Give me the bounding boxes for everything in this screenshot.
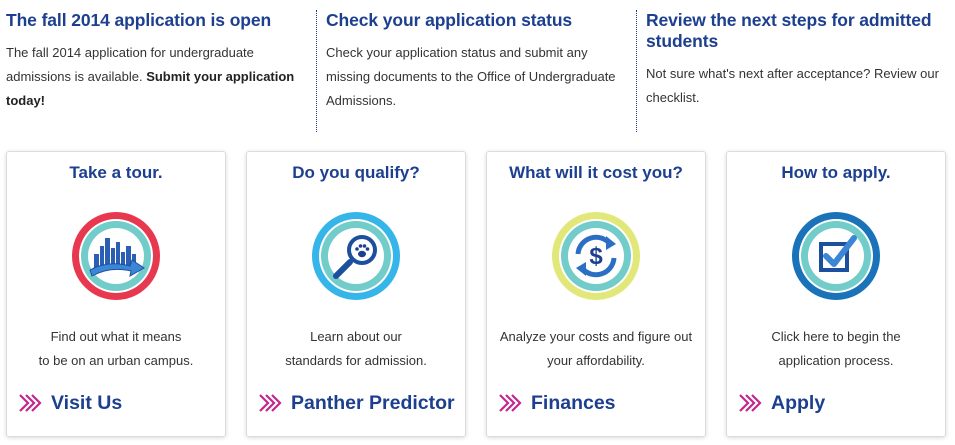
double-chevron-icon <box>259 394 282 412</box>
desc-line: standards for admission. <box>285 353 427 368</box>
visit-us-link[interactable]: Visit Us <box>19 388 122 418</box>
announcement-application-status: Check your application status Check your… <box>326 10 624 142</box>
desc-line: your affordability. <box>547 353 645 368</box>
announcement-next-steps: Review the next steps for admitted stude… <box>646 10 946 142</box>
divider <box>316 10 317 132</box>
link-label[interactable]: Visit Us <box>51 392 122 415</box>
announcement-body: Not sure what's next after acceptance? R… <box>646 66 939 105</box>
card-description: Analyze your costs and figure out your a… <box>487 325 705 373</box>
desc-line: Learn about our <box>310 329 402 344</box>
announcement-title[interactable]: Check your application status <box>326 10 624 31</box>
announcement-title[interactable]: Review the next steps for admitted stude… <box>646 10 946 52</box>
double-chevron-icon <box>19 394 42 412</box>
card-title: Take a tour. <box>69 163 163 182</box>
link-label[interactable]: Finances <box>531 392 616 415</box>
desc-line: Click here to begin the <box>771 329 901 344</box>
magnifier-paw-icon <box>312 212 400 300</box>
card-description: Learn about our standards for admission. <box>247 325 465 373</box>
svg-text:$: $ <box>589 243 603 270</box>
announcement-body: The fall 2014 application for undergradu… <box>6 41 304 113</box>
checkbox-icon <box>792 212 880 300</box>
announcements-row: The fall 2014 application is open The fa… <box>0 0 955 140</box>
announcement-body: Check your application status and submit… <box>326 45 616 108</box>
card-what-will-it-cost[interactable]: What will it cost you? $ Analyze your co… <box>486 151 706 437</box>
link-label[interactable]: Panther Predictor <box>291 392 455 415</box>
double-chevron-icon <box>499 394 522 412</box>
card-do-you-qualify[interactable]: Do you qualify? Learn about our standard… <box>246 151 466 437</box>
desc-line: Analyze your costs and figure out <box>499 329 693 344</box>
announcement-title[interactable]: The fall 2014 application is open <box>6 10 304 31</box>
desc-line: Find out what it means <box>50 329 182 344</box>
apply-link[interactable]: Apply <box>739 388 825 418</box>
card-title: How to apply. <box>781 163 891 182</box>
card-title: Do you qualify? <box>292 163 420 182</box>
finances-link[interactable]: Finances <box>499 388 616 418</box>
card-description: Click here to begin the application proc… <box>727 325 945 373</box>
desc-line: application process. <box>778 353 894 368</box>
double-chevron-icon <box>739 394 762 412</box>
card-title: What will it cost you? <box>509 163 683 182</box>
link-label[interactable]: Apply <box>771 392 825 415</box>
panther-predictor-link[interactable]: Panther Predictor <box>259 388 455 418</box>
dollar-cycle-icon: $ <box>552 212 640 300</box>
city-tour-icon <box>72 212 160 300</box>
card-how-to-apply[interactable]: How to apply. Click here to begin the ap… <box>726 151 946 437</box>
desc-line: to be on an urban campus. <box>38 353 194 368</box>
card-description: Find out what it means to be on an urban… <box>7 325 225 373</box>
announcement-application-open: The fall 2014 application is open The fa… <box>6 10 304 142</box>
divider <box>636 10 637 132</box>
card-take-a-tour[interactable]: Take a tour. Find out what it means to b… <box>6 151 226 437</box>
